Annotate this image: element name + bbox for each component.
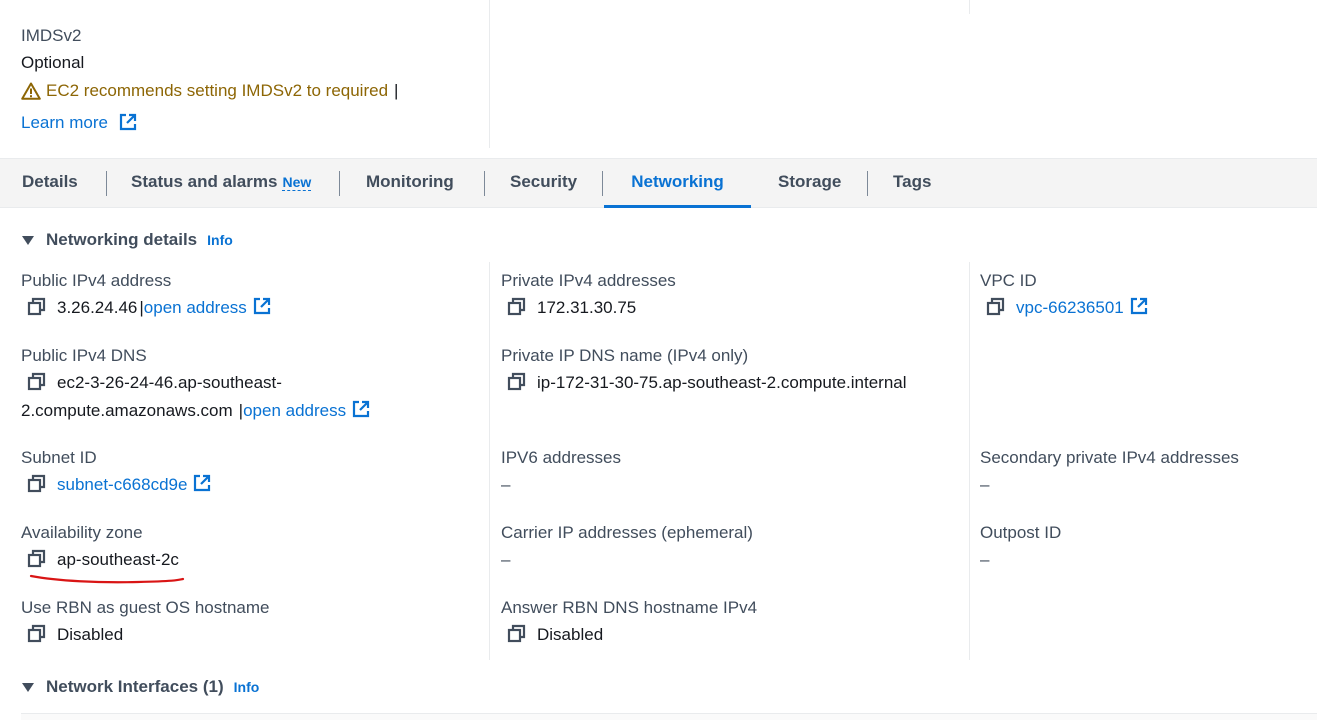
imdsv2-value: Optional: [21, 53, 85, 72]
public-ipv4-label: Public IPv4 address: [21, 271, 172, 290]
copy-icon[interactable]: [27, 372, 47, 392]
availability-zone-label: Availability zone: [21, 523, 143, 542]
tab-security[interactable]: Security: [510, 159, 577, 208]
private-dns-value: ip-172-31-30-75.ap-southeast-2.compute.i…: [537, 373, 907, 392]
copy-icon[interactable]: [27, 624, 47, 644]
public-dns-field: Public IPv4 DNS ec2-3-26-24-46.ap-southe…: [21, 345, 370, 422]
rbn-hostname-field: Use RBN as guest OS hostname Disabled: [21, 597, 270, 646]
public-ipv4-value: 3.26.24.46: [57, 298, 138, 317]
public-dns-open-address-link[interactable]: open address: [243, 400, 346, 422]
availability-zone-field: Availability zone ap-southeast-2c: [21, 522, 179, 571]
private-dns-field: Private IP DNS name (IPv4 only) ip-172-3…: [501, 345, 907, 394]
outpost-id-value: –: [980, 550, 990, 569]
imdsv2-warning-text: EC2 recommends setting IMDSv2 to require…: [46, 81, 389, 100]
carrier-ip-label: Carrier IP addresses (ephemeral): [501, 523, 753, 542]
networking-details-title: Networking details: [46, 230, 198, 249]
subnet-id-label: Subnet ID: [21, 448, 97, 467]
secondary-private-ipv4-label: Secondary private IPv4 addresses: [980, 448, 1239, 467]
copy-icon[interactable]: [27, 297, 47, 317]
caret-down-icon[interactable]: [22, 235, 34, 245]
private-ipv4-label: Private IPv4 addresses: [501, 271, 676, 290]
copy-icon[interactable]: [507, 297, 527, 317]
rbn-dns-field: Answer RBN DNS hostname IPv4 Disabled: [501, 597, 757, 646]
rbn-hostname-label: Use RBN as guest OS hostname: [21, 598, 270, 617]
networking-details-info-link[interactable]: Info: [207, 232, 233, 248]
carrier-ip-field: Carrier IP addresses (ephemeral) –: [501, 522, 753, 571]
top-divider-2: [969, 0, 970, 14]
vpc-id-label: VPC ID: [980, 271, 1037, 290]
ipv6-field: IPV6 addresses –: [501, 447, 621, 496]
external-link-icon[interactable]: [253, 297, 271, 315]
red-underline-annotation: [29, 574, 185, 584]
subnet-id-link[interactable]: subnet-c668cd9e: [57, 474, 187, 496]
private-dns-label: Private IP DNS name (IPv4 only): [501, 346, 749, 365]
tab-separator: [602, 171, 603, 196]
public-ipv4-open-address-link[interactable]: open address: [144, 297, 247, 319]
network-interfaces-table-top: [21, 713, 1317, 720]
ipv6-value: –: [501, 475, 511, 494]
network-interfaces-info-link[interactable]: Info: [234, 679, 260, 695]
learn-more-text[interactable]: Learn more: [21, 113, 108, 132]
tab-separator: [867, 171, 868, 196]
tab-networking[interactable]: Networking: [604, 159, 751, 208]
warning-icon: [21, 82, 41, 100]
public-ipv4-field: Public IPv4 address 3.26.24.46 | open ad…: [21, 270, 271, 319]
imdsv2-warning-separator: |: [394, 81, 399, 100]
external-link-icon[interactable]: [1130, 297, 1148, 315]
tab-separator: [339, 171, 340, 196]
public-dns-value-line1: ec2-3-26-24-46.ap-southeast-: [57, 373, 282, 392]
learn-more-link[interactable]: Learn more: [21, 112, 137, 134]
vpc-id-link[interactable]: vpc-66236501: [1016, 297, 1124, 319]
vpc-id-field: VPC ID vpc-66236501: [980, 270, 1148, 319]
external-link-icon[interactable]: [352, 400, 370, 418]
availability-zone-value: ap-southeast-2c: [57, 550, 179, 569]
copy-icon[interactable]: [507, 372, 527, 392]
tab-status-and-alarms[interactable]: Status and alarms New: [131, 159, 312, 208]
public-dns-value-line2: 2.compute.amazonaws.com: [21, 401, 233, 420]
tab-storage[interactable]: Storage: [778, 159, 841, 208]
copy-icon[interactable]: [986, 297, 1006, 317]
copy-icon[interactable]: [27, 549, 47, 569]
network-interfaces-header[interactable]: Network Interfaces (1) Info: [22, 677, 259, 697]
tab-details[interactable]: Details: [22, 159, 78, 208]
column-divider-1: [489, 262, 490, 660]
tab-tags[interactable]: Tags: [893, 159, 931, 208]
private-ipv4-field: Private IPv4 addresses 172.31.30.75: [501, 270, 676, 319]
public-dns-label: Public IPv4 DNS: [21, 346, 147, 365]
secondary-private-ipv4-field: Secondary private IPv4 addresses –: [980, 447, 1239, 496]
carrier-ip-value: –: [501, 550, 511, 569]
tab-separator: [106, 171, 107, 196]
outpost-id-field: Outpost ID –: [980, 522, 1061, 571]
tab-monitoring[interactable]: Monitoring: [366, 159, 454, 208]
networking-details-header[interactable]: Networking details Info: [22, 230, 233, 250]
network-interfaces-title: Network Interfaces (1): [46, 677, 224, 696]
rbn-dns-value: Disabled: [537, 625, 604, 644]
rbn-dns-label: Answer RBN DNS hostname IPv4: [501, 598, 758, 617]
outpost-id-label: Outpost ID: [980, 523, 1062, 542]
top-divider-1: [489, 0, 490, 148]
imdsv2-label: IMDSv2: [21, 26, 82, 45]
new-badge: New: [282, 174, 312, 191]
external-link-icon[interactable]: [119, 113, 137, 131]
rbn-hostname-value: Disabled: [57, 625, 124, 644]
ipv6-label: IPV6 addresses: [501, 448, 622, 467]
imdsv2-warning: EC2 recommends setting IMDSv2 to require…: [21, 80, 398, 102]
subnet-id-field: Subnet ID subnet-c668cd9e: [21, 447, 211, 496]
tab-separator: [484, 171, 485, 196]
secondary-private-ipv4-value: –: [980, 475, 990, 494]
copy-icon[interactable]: [27, 474, 47, 494]
external-link-icon[interactable]: [193, 474, 211, 492]
caret-down-icon[interactable]: [22, 682, 34, 692]
tab-bar: Details Status and alarms New Monitoring …: [0, 158, 1317, 208]
private-ipv4-value: 172.31.30.75: [537, 298, 637, 317]
column-divider-2: [969, 262, 970, 660]
copy-icon[interactable]: [507, 624, 527, 644]
